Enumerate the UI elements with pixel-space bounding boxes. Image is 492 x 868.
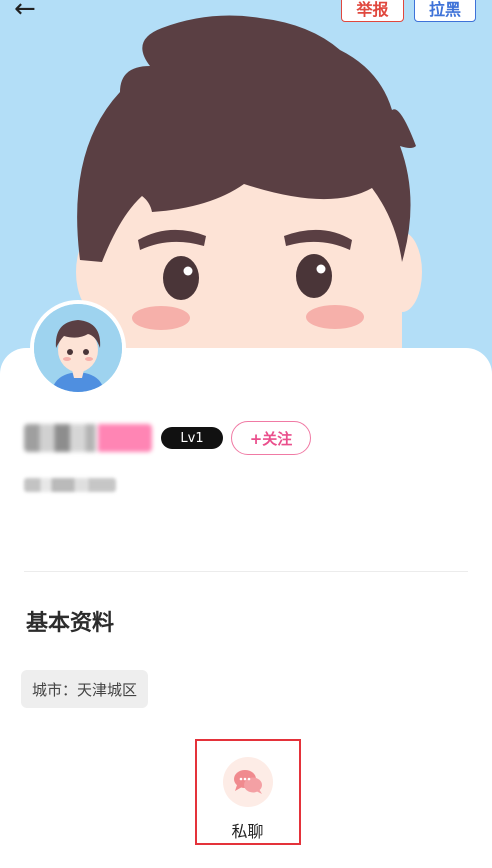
nickname-blurred <box>24 424 152 452</box>
avatar[interactable] <box>30 300 126 396</box>
level-badge: Lv1 <box>161 427 223 449</box>
city-tag: 城市：天津城区 <box>21 670 149 708</box>
user-id-blurred <box>24 478 116 492</box>
basic-info-title: 基本资料 <box>26 610 115 635</box>
follow-label: +关注 <box>249 429 293 448</box>
report-button[interactable]: 举报 <box>341 0 404 22</box>
report-label: 举报 <box>356 0 389 19</box>
chat-bubbles-icon <box>223 757 273 807</box>
follow-button[interactable]: +关注 <box>231 421 311 455</box>
avatar-image <box>34 304 122 392</box>
back-button[interactable]: ← <box>14 0 48 24</box>
arrow-left-icon: ← <box>14 0 36 24</box>
section-divider <box>24 571 468 572</box>
private-chat-button[interactable]: 私聊 <box>195 739 301 845</box>
chat-label: 私聊 <box>231 822 264 841</box>
level-text: Lv1 <box>180 430 204 446</box>
block-label: 拉黑 <box>428 0 461 19</box>
block-button[interactable]: 拉黑 <box>414 0 476 22</box>
city-text: 城市：天津城区 <box>32 680 138 699</box>
